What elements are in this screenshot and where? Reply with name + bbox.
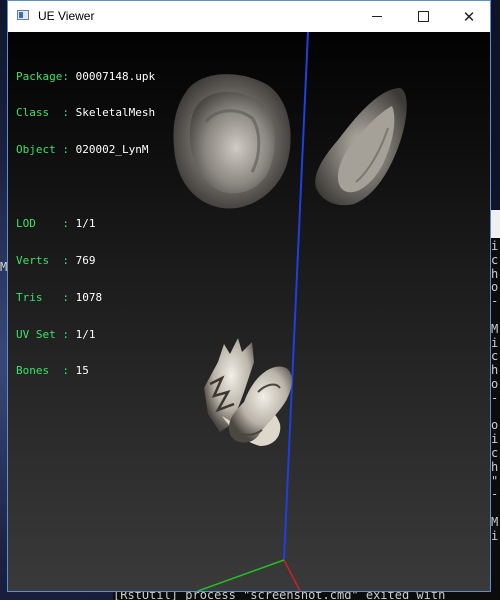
object-value: 020002_LynM	[75, 143, 149, 157]
mesh-info-panel: Package: 00007148.upk Class : SkeletalMe…	[16, 46, 155, 402]
minimize-icon	[372, 16, 382, 17]
verts-label: Verts :	[16, 253, 69, 267]
left-ear-mesh	[173, 74, 291, 209]
close-button[interactable]: ✕	[446, 1, 492, 32]
ue-viewer-window: UE Viewer ✕ Package: 00007148.upk Class …	[7, 0, 491, 592]
maximize-button[interactable]	[400, 1, 446, 32]
tris-label: Tris :	[16, 290, 69, 304]
title-bar[interactable]: UE Viewer ✕	[8, 1, 490, 32]
bones-value: 15	[75, 364, 89, 378]
class-label: Class :	[16, 106, 69, 120]
lod-value: 1/1	[75, 216, 96, 230]
console-scrollbar[interactable]	[490, 210, 500, 238]
close-icon: ✕	[462, 8, 476, 26]
console-text: i c h o - M i c h o - o i c h " - M i	[491, 239, 499, 543]
3d-viewport[interactable]: Package: 00007148.upk Class : SkeletalMe…	[8, 32, 490, 591]
tris-value: 1078	[75, 290, 103, 304]
bones-label: Bones :	[16, 364, 69, 378]
right-ear-mesh	[315, 88, 407, 206]
maximize-icon	[417, 11, 429, 22]
uvset-label: UV Set :	[16, 327, 69, 341]
package-value: 00007148.upk	[75, 69, 156, 83]
window-title: UE Viewer	[38, 9, 95, 23]
z-axis-line	[197, 559, 285, 591]
object-label: Object :	[16, 143, 69, 157]
package-label: Package:	[16, 69, 69, 83]
verts-value: 769	[75, 253, 96, 267]
y-axis-line	[283, 32, 309, 561]
uvset-value: 1/1	[75, 327, 96, 341]
tail-mesh	[204, 338, 292, 446]
app-icon	[17, 10, 29, 20]
lod-label: LOD :	[16, 216, 69, 230]
minimize-button[interactable]	[354, 1, 400, 32]
background-console-window: i c h o - M i c h o - o i c h " - M i	[490, 210, 500, 600]
x-axis-line	[283, 559, 301, 591]
class-value: SkeletalMesh	[75, 106, 156, 120]
